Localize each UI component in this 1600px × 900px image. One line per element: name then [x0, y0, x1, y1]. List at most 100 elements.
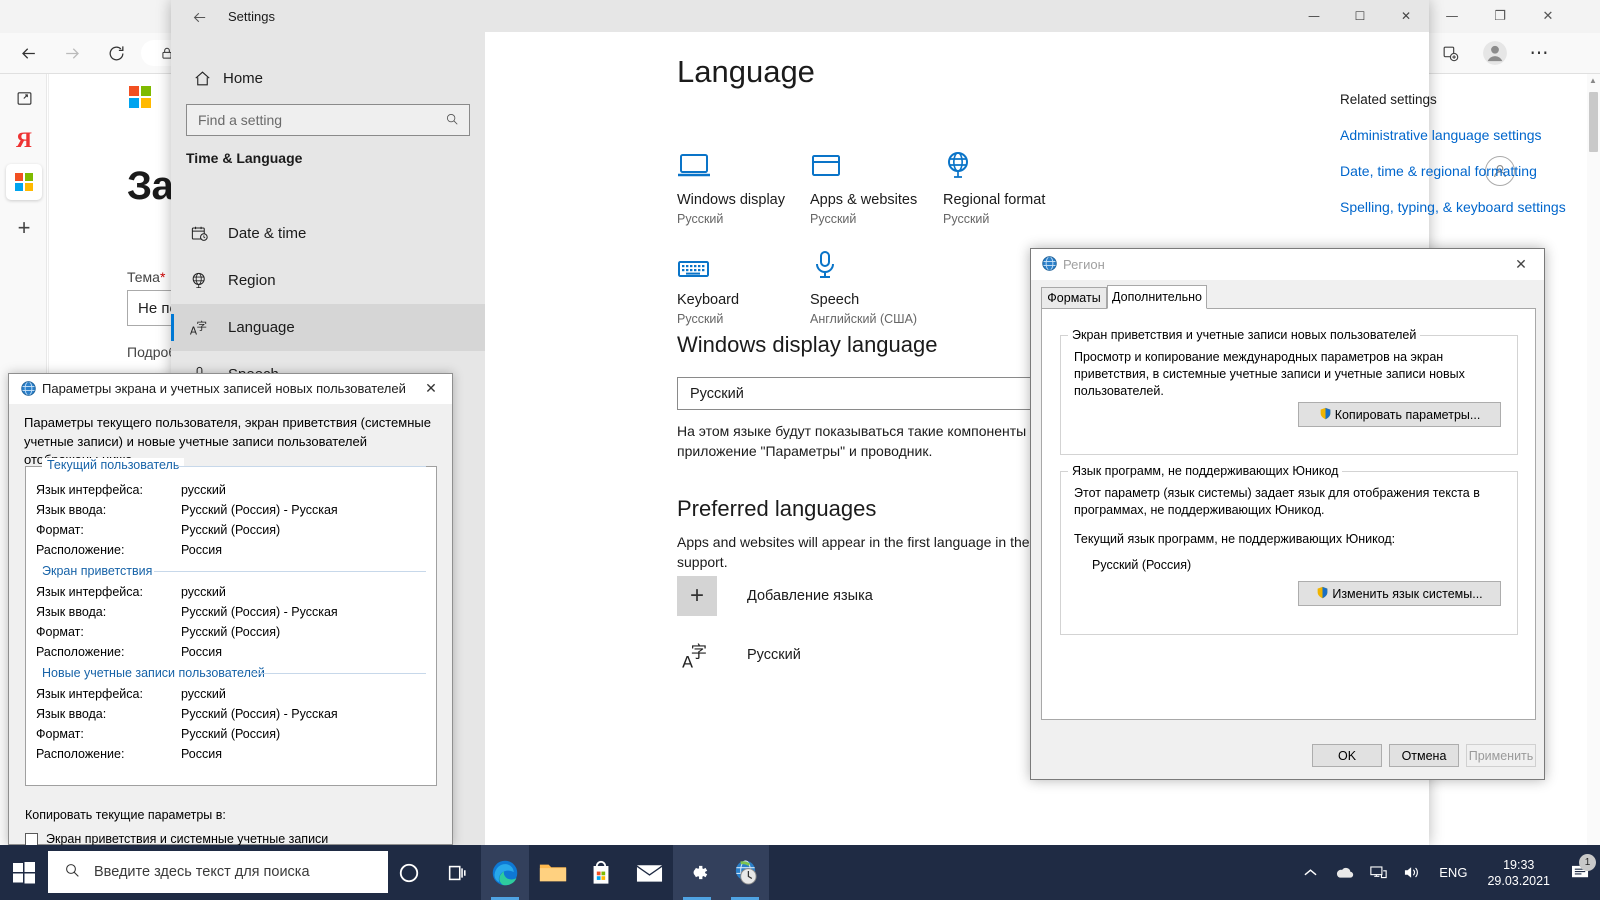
task-view-icon[interactable]	[433, 845, 481, 900]
search-placeholder: Введите здесь текст для поиска	[94, 864, 310, 880]
tab-list-icon[interactable]	[6, 80, 42, 116]
row-key: Расположение:	[36, 645, 125, 659]
card-value: Русский	[677, 312, 724, 326]
input-language-indicator[interactable]: ENG	[1429, 865, 1477, 880]
back-arrow-icon[interactable]	[8, 33, 48, 73]
row-key: Расположение:	[36, 543, 125, 557]
sidebar-item-label: Language	[228, 319, 295, 336]
sidebar-item-date-time[interactable]: Date & time	[171, 210, 485, 257]
edge-icon[interactable]	[481, 845, 529, 900]
change-system-locale-button-label: Изменить язык системы...	[1332, 586, 1483, 601]
card-title: Regional format	[943, 192, 1046, 208]
more-options-icon[interactable]: ⋯	[1520, 33, 1560, 73]
group-non-unicode-text: Этот параметр (язык системы) задает язык…	[1074, 486, 1480, 517]
change-system-locale-button[interactable]: Изменить язык системы...	[1298, 581, 1501, 606]
onedrive-icon[interactable]	[1327, 866, 1361, 879]
group-label-welcome-screen: Экран приветствия	[42, 564, 153, 578]
copy-settings-button[interactable]: Копировать параметры...	[1298, 402, 1501, 427]
language-card-keyboard[interactable]: Keyboard Русский	[677, 238, 827, 326]
network-icon[interactable]	[1361, 865, 1395, 880]
dialog-title: Параметры экрана и учетных записей новых…	[42, 381, 406, 396]
clock-time: 19:33	[1503, 857, 1535, 872]
close-icon[interactable]: ✕	[410, 374, 452, 404]
settings-back-button[interactable]	[181, 4, 217, 30]
edge-close-button[interactable]: ✕	[1525, 0, 1571, 33]
scroll-up-icon[interactable]: ▲	[1589, 76, 1597, 85]
language-icon: A字	[677, 640, 717, 671]
yandex-tab-icon[interactable]: Я	[6, 122, 42, 158]
search-input[interactable]	[187, 111, 437, 129]
edge-minimize-button[interactable]: —	[1429, 0, 1475, 33]
cancel-button[interactable]: Отмена	[1389, 744, 1459, 767]
windows-start-icon[interactable]	[0, 845, 48, 900]
reload-icon[interactable]	[96, 33, 136, 73]
row-value: Русский (Россия) - Русская	[181, 707, 338, 721]
new-tab-icon[interactable]: +	[6, 210, 42, 246]
mail-icon[interactable]	[625, 845, 673, 900]
row-value: Русский (Россия)	[181, 523, 281, 537]
language-card-speech[interactable]: Speech Английский (США)	[810, 238, 960, 326]
sidebar-item-region[interactable]: Region	[171, 257, 485, 304]
microsoft-store-icon[interactable]	[577, 845, 625, 900]
profile-icon[interactable]	[1475, 33, 1515, 73]
page-title: Language	[677, 54, 815, 89]
link-spelling-typing-keyboard-settings[interactable]: Spelling, typing, & keyboard settings	[1340, 199, 1600, 215]
list-item-label: Русский	[747, 647, 801, 663]
tab-advanced[interactable]: Дополнительно	[1107, 285, 1207, 309]
settings-maximize-button[interactable]: ☐	[1337, 0, 1383, 32]
row-key: Расположение:	[36, 747, 125, 761]
sidebar-home-label: Home	[223, 69, 264, 87]
region-control-panel-icon[interactable]	[721, 845, 769, 900]
uac-shield-icon	[1319, 407, 1332, 423]
clock[interactable]: 19:33 29.03.2021	[1477, 857, 1560, 889]
row-key: Язык ввода:	[36, 707, 107, 721]
row-value: Русский (Россия)	[181, 625, 281, 639]
welcome-screen-checkbox[interactable]: Экран приветствия и системные учетные за…	[25, 832, 328, 846]
search-input[interactable]: Введите здесь текст для поиска	[48, 851, 388, 893]
apply-button[interactable]: Применить	[1466, 744, 1536, 767]
settings-icon[interactable]	[673, 845, 721, 900]
row-key: Язык ввода:	[36, 605, 107, 619]
settings-close-button[interactable]: ✕	[1383, 0, 1429, 32]
edge-maximize-button[interactable]: ❐	[1477, 0, 1523, 33]
link-date-time-regional-formatting[interactable]: Date, time & regional formatting	[1340, 163, 1600, 179]
group-label-new-user-accounts: Новые учетные записи пользователей	[42, 666, 265, 680]
card-value: Русский	[943, 212, 990, 226]
cortana-icon[interactable]	[385, 845, 433, 900]
region-dialog-tabstrip: Форматы Дополнительно	[1041, 285, 1536, 309]
sidebar-item-language[interactable]: A字 Language	[171, 304, 485, 351]
svg-text:字: 字	[691, 643, 707, 662]
show-hidden-icons-icon[interactable]	[1293, 868, 1327, 877]
display-language-heading: Windows display language	[677, 332, 938, 357]
sidebar-item-label: Region	[228, 272, 276, 289]
copy-settings-label: Копировать текущие параметры в:	[25, 808, 226, 822]
link-administrative-language-settings[interactable]: Administrative language settings	[1340, 127, 1600, 143]
file-explorer-icon[interactable]	[529, 845, 577, 900]
add-language-button[interactable]: + Добавление языка	[677, 576, 873, 616]
collections-icon[interactable]	[1430, 33, 1470, 73]
language-card-apps-websites[interactable]: Apps & websites Русский	[810, 138, 960, 226]
volume-icon[interactable]	[1395, 865, 1429, 880]
plus-icon: +	[677, 576, 717, 616]
checkbox-box[interactable]	[25, 832, 38, 846]
forward-arrow-icon	[52, 33, 92, 73]
region-globe-icon	[1041, 255, 1058, 277]
card-title: Windows display	[677, 192, 785, 208]
sidebar-item-home[interactable]: Home	[181, 58, 471, 98]
settings-minimize-button[interactable]: —	[1291, 0, 1337, 32]
microsoft-tab-icon[interactable]	[6, 164, 42, 200]
ok-button[interactable]: OK	[1312, 744, 1382, 767]
card-value: Русский	[810, 212, 857, 226]
settings-title: Settings	[228, 9, 275, 24]
close-icon[interactable]: ✕	[1500, 249, 1542, 280]
copy-settings-button-label: Копировать параметры...	[1334, 407, 1481, 422]
search-setting-box[interactable]	[186, 104, 470, 136]
region-dialog: Регион ✕ Форматы Дополнительно Экран при…	[1030, 248, 1545, 780]
checkbox-label: Экран приветствия и системные учетные за…	[46, 832, 329, 846]
window-icon	[810, 138, 960, 182]
language-card-windows-display[interactable]: Windows display Русский	[677, 138, 827, 226]
action-center-icon[interactable]: 1	[1560, 854, 1600, 881]
settings-summary-box: Текущий пользователь Язык интерфейса: ру…	[25, 458, 437, 786]
tab-formats[interactable]: Форматы	[1041, 287, 1107, 309]
language-card-regional-format[interactable]: Regional format Русский	[943, 138, 1093, 226]
